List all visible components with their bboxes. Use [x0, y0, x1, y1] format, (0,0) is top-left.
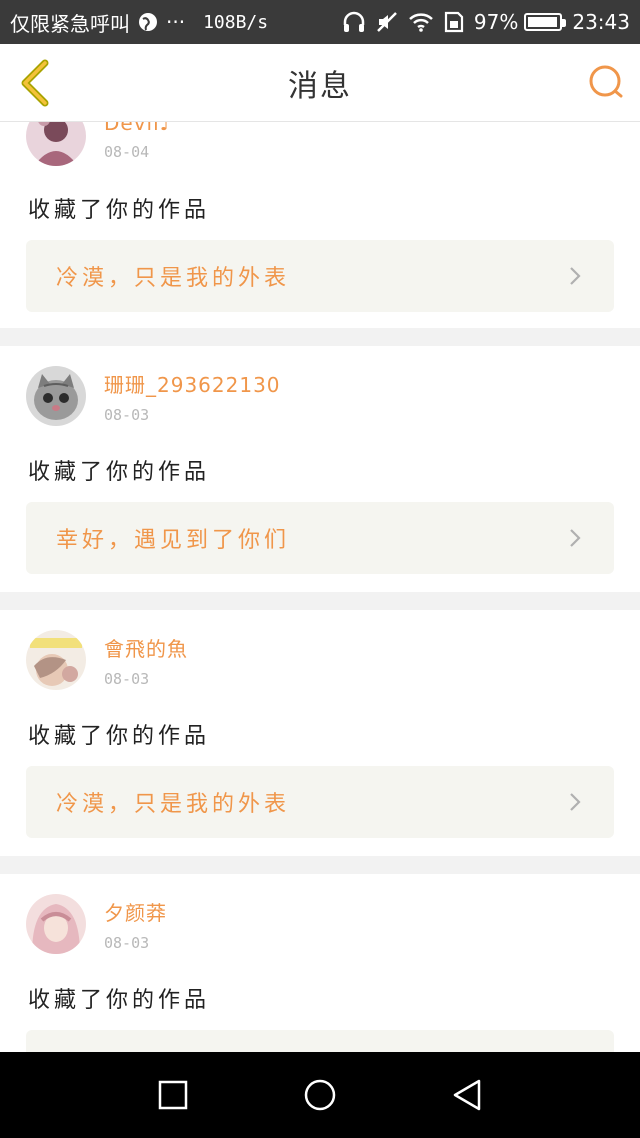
message-user[interactable]: 會飛的魚 08-03: [26, 630, 188, 690]
search-icon: [589, 65, 623, 98]
home-button[interactable]: [290, 1065, 350, 1125]
system-nav-bar: [0, 1052, 640, 1138]
search-button[interactable]: [586, 62, 626, 102]
work-title: 冷漠，只是我的外表: [56, 266, 291, 291]
recent-apps-icon: [159, 1080, 188, 1110]
status-right: 97% 23:43: [342, 10, 630, 34]
avatar[interactable]: [26, 122, 86, 166]
work-link[interactable]: 冷漠，只是我的外表: [26, 766, 614, 838]
app-header: 消息: [0, 44, 640, 122]
chevron-right-icon: [566, 793, 584, 811]
message-feed[interactable]: Devil♪ 08-04 收藏了你的作品 冷漠，只是我的外表 珊珊_293622…: [0, 122, 640, 1052]
back-button[interactable]: [14, 58, 54, 108]
message-card: Devil♪ 08-04 收藏了你的作品 冷漠，只是我的外表: [0, 122, 640, 328]
avatar[interactable]: [26, 894, 86, 954]
user-name[interactable]: 會飛的魚: [104, 633, 188, 662]
message-action: 收藏了你的作品: [28, 460, 211, 485]
user-meta: 夕颜莽 08-03: [104, 897, 167, 952]
work-title: 幸好，遇见到了你们: [56, 528, 291, 553]
carrier-text: 仅限紧急呼叫: [10, 11, 130, 36]
user-meta: 會飛的魚 08-03: [104, 633, 188, 688]
message-user[interactable]: 夕颜莽 08-03: [26, 894, 167, 954]
message-card: 會飛的魚 08-03 收藏了你的作品 冷漠，只是我的外表: [0, 610, 640, 856]
mute-icon: [376, 11, 398, 33]
work-title: 冷漠，只是我的外表: [56, 792, 291, 817]
avatar[interactable]: [26, 630, 86, 690]
avatar[interactable]: [26, 366, 86, 426]
net-speed: 108B/s: [203, 11, 269, 33]
work-link[interactable]: 冷漠，只是我的外表: [26, 240, 614, 312]
back-chevron-icon: [21, 59, 49, 107]
message-card: 夕颜莽 08-03 收藏了你的作品: [0, 874, 640, 1052]
status-bar: 仅限紧急呼叫 ··· 108B/s 97% 23:43: [0, 0, 640, 44]
message-card: 珊珊_293622130 08-03 收藏了你的作品 幸好，遇见到了你们: [0, 346, 640, 592]
user-name[interactable]: 珊珊_293622130: [104, 369, 281, 398]
sim-icon: [444, 11, 464, 33]
user-name[interactable]: Devil♪: [104, 122, 173, 135]
chevron-right-icon: [566, 529, 584, 547]
message-user[interactable]: Devil♪ 08-04: [26, 122, 173, 166]
message-action: 收藏了你的作品: [28, 198, 211, 223]
page-title: 消息: [288, 68, 352, 104]
wifi-icon: [408, 12, 434, 32]
battery-indicator: 97%: [473, 10, 567, 34]
user-name[interactable]: 夕颜莽: [104, 897, 167, 926]
user-meta: 珊珊_293622130 08-03: [104, 369, 281, 424]
chevron-right-icon: [566, 267, 584, 285]
message-user[interactable]: 珊珊_293622130 08-03: [26, 366, 281, 426]
message-action: 收藏了你的作品: [28, 988, 211, 1013]
battery-text: 97%: [473, 10, 519, 34]
recent-apps-button[interactable]: [143, 1065, 203, 1125]
more-dots: ···: [166, 10, 186, 34]
message-date: 08-03: [104, 933, 150, 952]
message-date: 08-03: [104, 669, 150, 688]
clock: 23:43: [572, 10, 630, 34]
headphones-icon: [342, 11, 366, 33]
back-triangle-icon: [453, 1079, 480, 1111]
battery-fill: [528, 17, 558, 27]
work-link[interactable]: 幸好，遇见到了你们: [26, 502, 614, 574]
message-date: 08-03: [104, 405, 150, 424]
status-left: 仅限紧急呼叫 ··· 108B/s: [10, 8, 268, 37]
work-link[interactable]: [26, 1030, 614, 1052]
message-date: 08-04: [104, 143, 150, 161]
back-nav-button[interactable]: [437, 1065, 497, 1125]
home-icon: [304, 1079, 336, 1111]
battery-icon: [524, 13, 567, 31]
user-meta: Devil♪ 08-04: [104, 122, 173, 161]
globe-icon: [138, 12, 158, 32]
message-action: 收藏了你的作品: [28, 724, 211, 749]
